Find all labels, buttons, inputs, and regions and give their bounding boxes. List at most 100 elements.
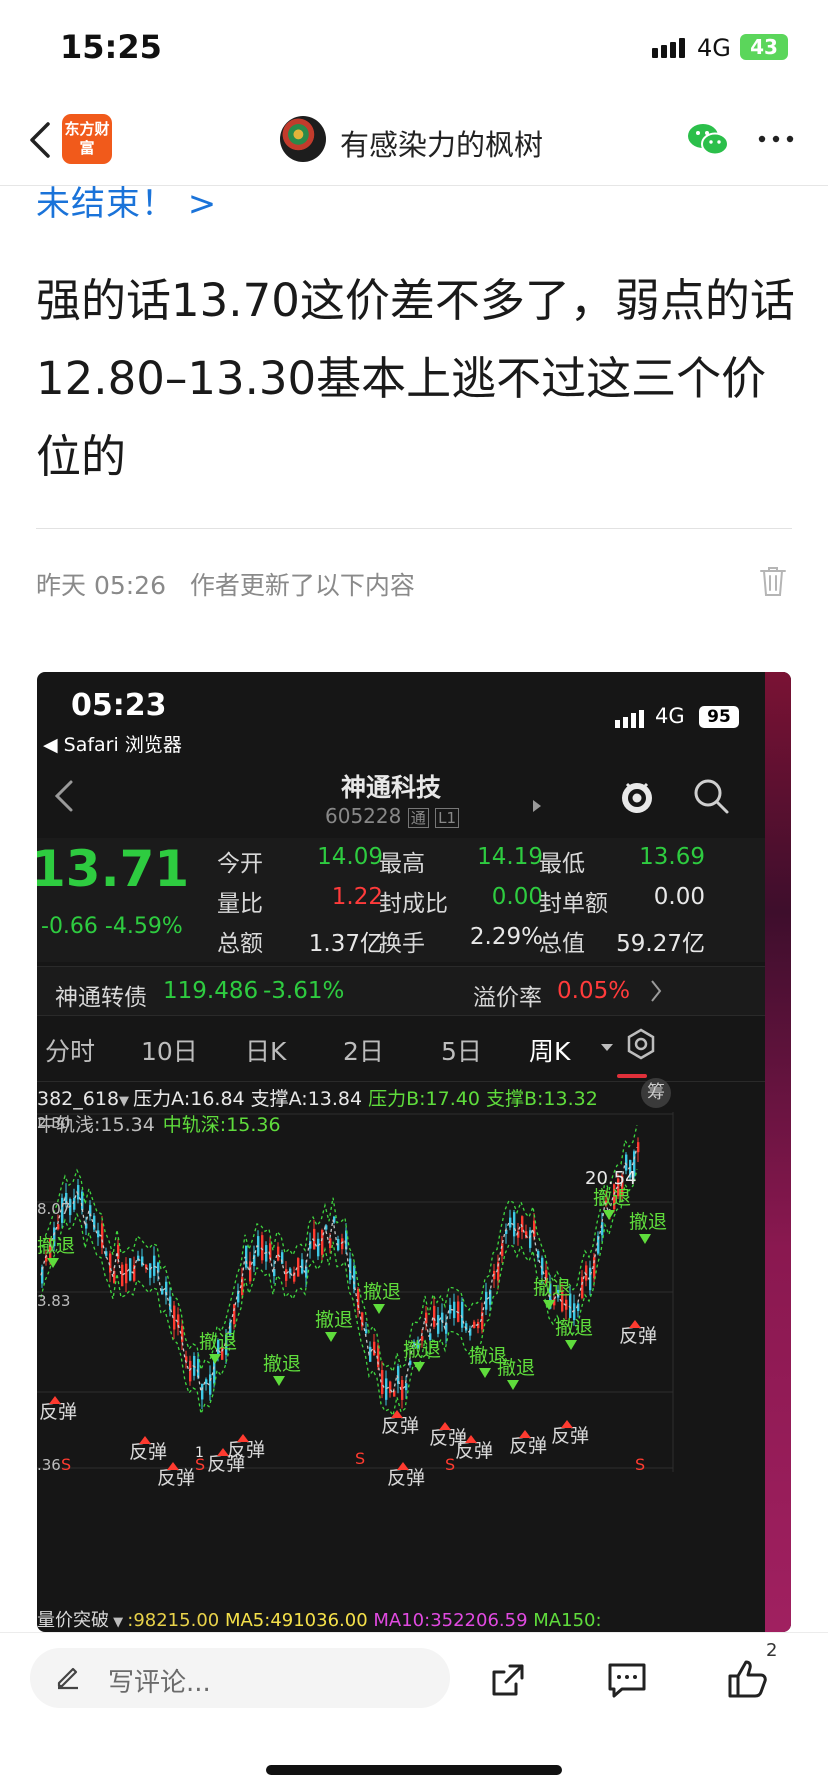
wechat-icon[interactable] [686,120,730,160]
kline-candle [485,1291,488,1310]
app-logo[interactable]: 东方财富 [62,114,112,164]
retreat-marker [413,1362,425,1372]
comment-input[interactable] [30,1648,450,1708]
retreat-marker [47,1258,59,1268]
indicator-value: 支撑A:13.84 [250,1088,363,1110]
article-body: 强的话13.70这价差不多了，弱点的话12.80–13.30基本上逃不过这三个价… [36,274,795,483]
tab-intraday: 分时 [45,1037,96,1066]
continue-link[interactable]: 未结束！ > [36,176,217,225]
rebound-signal: 反弹 [387,1467,425,1489]
convertible-name: 神通转债 [55,985,147,1011]
kline-candle [501,1243,504,1257]
retreat-signal: 撤退 [363,1281,401,1303]
y-axis-label: .36 [37,1456,61,1474]
retreat-marker [373,1304,385,1314]
tab-5day: 5日 [441,1037,482,1066]
quote-label: 换手 [379,931,425,957]
kline-candle [153,1255,156,1276]
current-price: 13.71 [37,840,190,898]
stock-code-value: 605228 [325,804,402,828]
screenshot-signal-icon [615,710,644,728]
tab-dropdown-icon [601,1044,613,1051]
retreat-marker [565,1340,577,1350]
kline-candle [401,1380,404,1400]
author-name[interactable]: 有感染力的枫树 [340,122,543,164]
tab-daily: 日K [245,1037,287,1066]
indicator-row: 382_618▼ 压力A:16.84 支撑A:13.84 压力B:17.40 支撑B:… [37,1084,604,1111]
screenshot-back-app: ◀ Safari 浏览器 [43,734,182,756]
kline-candle [213,1361,216,1384]
more-icon[interactable] [758,134,794,144]
rebound-signal: 反弹 [619,1325,657,1347]
status-time: 15:25 [60,28,162,66]
retreat-signal: 撤退 [555,1317,593,1339]
settings-icon [627,1028,655,1060]
convertible-price: 119.486 [163,978,259,1004]
chevron-right-icon [651,980,662,1002]
trash-icon[interactable] [758,564,788,598]
stock-screenshot[interactable]: 05:23 ◀ Safari 浏览器 4G 95 神通科技 605228 通 L… [37,672,791,1632]
kline-candle [289,1268,292,1274]
comment-placeholder[interactable]: 写评论... [108,1662,211,1699]
kline-candle [169,1296,172,1310]
kline-candle [57,1224,60,1230]
kline-candle [473,1321,476,1328]
expand-arrow-icon [533,800,541,812]
retreat-signal: 撤退 [593,1187,631,1209]
kline-candle [117,1244,120,1259]
convertible-change: -3.61% [263,978,345,1004]
kline-candle [529,1230,532,1248]
rebound-signal: 反弹 [129,1441,167,1463]
retreat-signal: 撤退 [533,1277,571,1299]
kline-candle [149,1263,152,1278]
kline-candle [277,1246,280,1261]
rebound-signal: 反弹 [551,1425,589,1447]
retreat-signal: 撤退 [403,1339,441,1361]
retreat-marker [639,1234,651,1244]
indicator-value: 压力A:16.84 [133,1088,245,1110]
rebound-signal: 反弹 [207,1453,245,1475]
retreat-marker [325,1332,337,1342]
kline-candle [121,1264,124,1287]
tab-2day: 2日 [343,1037,384,1066]
rebound-marker [139,1436,151,1444]
kline-candle [269,1243,272,1259]
price-change: -0.66 -4.59% [41,914,183,939]
retreat-marker [507,1380,519,1390]
divider [36,528,792,529]
kline-candle [433,1305,436,1327]
quote-label: 总额 [217,931,263,957]
tab-10day: 10日 [141,1037,198,1066]
quote-value: 14.09 [317,844,383,870]
kline-candle [317,1238,320,1257]
ma10-value: MA10:352206.59 [373,1610,528,1631]
rebound-signal: 反弹 [509,1435,547,1457]
rebound-marker [49,1396,61,1404]
home-indicator [266,1765,562,1775]
s-marker: S [445,1455,455,1474]
y-axis-label: 8.07 [37,1200,70,1218]
chip-button: 筹 [641,1078,671,1108]
rebound-marker [519,1430,531,1438]
rebound-marker [561,1420,573,1428]
author-avatar[interactable] [280,116,326,162]
quote-value: 59.27亿 [616,931,705,957]
rebound-signal: 反弹 [39,1401,77,1423]
nav-bar: 东方财富 有感染力的枫树 [0,96,828,186]
kline-chart: 2.308.073.83.3620.54撤退撤退撤退撤退撤退撤退 撤退撤退撤退撤退… [37,1112,674,1489]
rebound-marker [167,1462,179,1470]
like-icon[interactable] [726,1656,770,1700]
premium-value: 0.05% [557,978,631,1004]
stock-name: 神通科技 [341,773,442,802]
page: 15:25 4G 43 东方财富 有感染力的枫树 未结束！ > 强的话13.70… [0,0,828,1792]
premium-label: 溢价率 [473,985,542,1011]
share-icon[interactable] [488,1660,528,1700]
quote-label: 最低 [539,851,585,877]
indicator-name: 382_618 [37,1088,120,1110]
quote-value: 1.37亿 [308,931,383,957]
back-icon[interactable] [22,116,62,164]
rebound-marker [237,1434,249,1442]
comment-icon[interactable] [606,1660,648,1700]
ma150-value: MA150: [533,1610,602,1631]
kline-candle [385,1378,388,1400]
